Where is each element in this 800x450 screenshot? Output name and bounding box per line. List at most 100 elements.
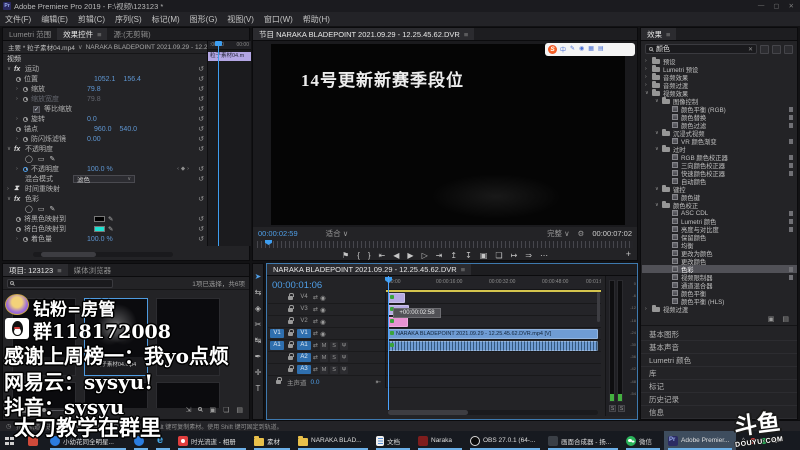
project-item[interactable]: [156, 298, 220, 376]
effect-item[interactable]: ∨ 沉浸式视频: [642, 128, 797, 138]
track-target-button[interactable]: V4: [297, 293, 311, 302]
close-button[interactable]: ✕: [789, 2, 794, 10]
tool-button[interactable]: ✂: [255, 320, 262, 329]
mute-button[interactable]: M: [320, 365, 329, 374]
track-target-button[interactable]: A3: [297, 365, 311, 374]
voiceover-mic-icon[interactable]: Ψ: [340, 353, 349, 362]
rect-mask-icon[interactable]: ▭: [38, 205, 45, 213]
tool-button[interactable]: ◈: [255, 304, 261, 313]
position-y-value[interactable]: 156.4: [123, 76, 141, 83]
twirl-icon[interactable]: ∨: [655, 130, 662, 136]
reset-icon[interactable]: ↺: [198, 215, 204, 223]
mini-playhead[interactable]: [218, 41, 219, 246]
panel-tab[interactable]: 源:(无剪辑): [107, 28, 156, 40]
eyedropper-icon[interactable]: ✎: [108, 215, 113, 223]
lock-icon[interactable]: [288, 364, 294, 372]
effect-item[interactable]: 快速颜色校正器: [642, 169, 797, 178]
effect-item[interactable]: 通道混合器: [642, 281, 797, 290]
menu-item[interactable]: 文件(F): [0, 14, 36, 25]
transport-button[interactable]: ↧: [465, 251, 472, 260]
transport-button[interactable]: ◀: [393, 251, 399, 260]
delete-icon[interactable]: ▤: [782, 315, 789, 325]
twirl-icon[interactable]: ∨: [655, 98, 662, 104]
solo-button[interactable]: S: [330, 341, 339, 350]
effects-search-input[interactable]: 颜色 ✕: [645, 44, 757, 54]
effect-item[interactable]: Lumetri 颜色: [642, 217, 797, 226]
ellipse-mask-icon[interactable]: ◯: [25, 155, 33, 163]
source-patch[interactable]: A1: [270, 341, 284, 350]
menu-item[interactable]: 序列(S): [110, 14, 147, 25]
taskbar-button[interactable]: OBS 27.0.1 (64-...: [466, 431, 544, 450]
voiceover-mic-icon[interactable]: Ψ: [340, 365, 349, 374]
taskbar-button[interactable]: 素材: [250, 431, 294, 450]
reset-icon[interactable]: ↺: [198, 175, 204, 183]
project-item-selected[interactable]: 粒子素材04.mp4: [84, 298, 148, 376]
twirl-icon[interactable]: ∨: [655, 202, 662, 208]
twirl-icon[interactable]: ›: [645, 58, 652, 64]
pen-mask-icon[interactable]: ✎: [49, 205, 55, 213]
twirl-icon[interactable]: ›: [645, 306, 652, 312]
effect-item[interactable]: 自动颜色: [642, 177, 797, 186]
zoom-slider[interactable]: [33, 407, 68, 412]
taskbar-button[interactable]: 小幼花同全明星...: [46, 431, 130, 450]
mute-button[interactable]: M: [320, 353, 329, 362]
effect-item[interactable]: 保留颜色: [642, 233, 797, 242]
track-target-button[interactable]: A2: [297, 353, 311, 362]
sogou-input-toolbar[interactable]: S 中 ✎ ◉ ▦ ▤: [545, 43, 635, 56]
new-bin-icon[interactable]: ▣: [209, 406, 216, 414]
transport-button[interactable]: ❏: [495, 251, 502, 260]
lock-icon[interactable]: [276, 377, 282, 384]
track-lane-a2[interactable]: [386, 352, 601, 364]
panel-tab[interactable]: 项目: 123123: [3, 264, 68, 276]
effect-item[interactable]: › 视频过渡: [642, 304, 797, 314]
sync-lock-icon[interactable]: ⇄: [313, 306, 318, 313]
stopwatch-icon[interactable]: [23, 116, 28, 122]
motion-effect[interactable]: 运动: [25, 64, 95, 74]
stopwatch-icon[interactable]: [16, 216, 21, 222]
transport-button[interactable]: ▣: [480, 251, 488, 260]
black-color-swatch[interactable]: [94, 216, 105, 222]
menu-item[interactable]: 图形(G): [185, 14, 223, 25]
new-item-icon[interactable]: ❏: [223, 406, 229, 414]
sync-lock-icon[interactable]: ⇄: [313, 294, 318, 301]
effect-item[interactable]: ∨ 视频效果: [642, 88, 797, 98]
lock-icon[interactable]: [288, 304, 294, 312]
clear-search-icon[interactable]: ✕: [748, 46, 753, 53]
ec-horizontal-scrollbar[interactable]: [33, 252, 173, 257]
scale-value[interactable]: 79.8: [87, 86, 101, 93]
tool-button[interactable]: T: [256, 384, 261, 393]
fit-dropdown[interactable]: 适合 ∨: [326, 228, 349, 239]
stopwatch-icon[interactable]: [16, 126, 21, 132]
pen-mask-icon[interactable]: ✎: [49, 155, 55, 163]
stopwatch-icon[interactable]: [23, 86, 28, 92]
find-icon[interactable]: [198, 406, 203, 414]
voiceover-mic-icon[interactable]: Ψ: [340, 341, 349, 350]
quality-dropdown[interactable]: 完整 ∨: [547, 228, 570, 239]
stopwatch-icon[interactable]: [16, 226, 21, 232]
maximize-button[interactable]: ▢: [773, 2, 779, 10]
transport-button[interactable]: ⚑: [342, 251, 349, 260]
tool-button[interactable]: ✛: [255, 368, 262, 377]
transport-button[interactable]: ▶: [407, 251, 413, 260]
solo-button[interactable]: S: [330, 365, 339, 374]
sogou-logo-icon[interactable]: S: [548, 45, 557, 54]
stopwatch-icon-active[interactable]: [23, 166, 28, 172]
sync-lock-icon[interactable]: ⇄: [313, 354, 318, 361]
transport-button[interactable]: ↥: [450, 251, 457, 260]
white-color-swatch[interactable]: [94, 226, 105, 232]
sequence-name[interactable]: NARAKA BLADEPOINT 2021.09.29 - 12.25.45.…: [86, 44, 207, 51]
stacked-panel-tab[interactable]: 库: [641, 367, 797, 380]
sync-lock-icon[interactable]: ⇄: [313, 342, 318, 349]
effect-item[interactable]: 颜色键: [642, 193, 797, 202]
panel-tab[interactable]: 媒体浏览器: [68, 264, 118, 276]
transport-button[interactable]: ⇥: [436, 251, 443, 260]
eyedropper-icon[interactable]: ✎: [108, 225, 113, 233]
taskbar-button[interactable]: Naraka: [414, 431, 466, 450]
clip-v1-video[interactable]: NARAKA BLADEPOINT 2021.09.29 - 12.25.45.…: [388, 329, 598, 339]
effects-tab[interactable]: 效果: [641, 28, 677, 40]
filter-yuv-icon[interactable]: [784, 44, 793, 54]
meter-solo-right[interactable]: S: [618, 405, 625, 412]
reset-icon[interactable]: ↺: [198, 105, 204, 113]
taskbar-button[interactable]: 微信: [622, 431, 664, 450]
sync-lock-icon[interactable]: ⇄: [313, 366, 318, 373]
